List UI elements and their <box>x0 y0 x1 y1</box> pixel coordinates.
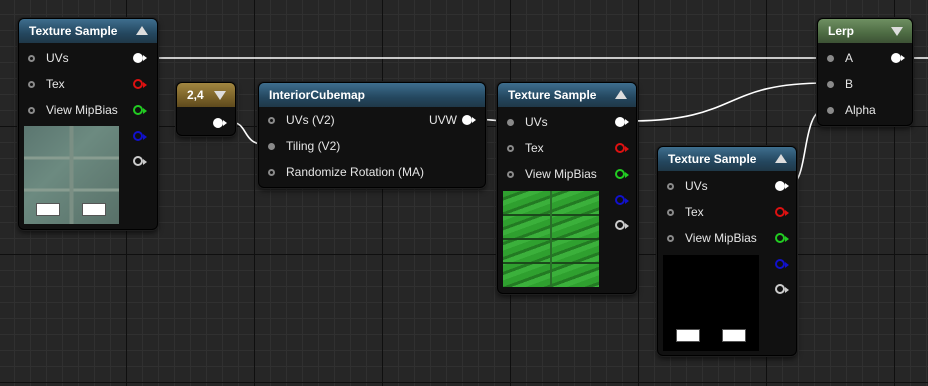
wire-tex2-to-lerp-b <box>629 82 827 122</box>
node-header[interactable]: Texture Sample <box>19 19 157 43</box>
node-header[interactable]: Texture Sample <box>498 83 636 107</box>
lerp-node[interactable]: Lerp A B Alpha <box>817 18 913 126</box>
green-output-pin[interactable] <box>615 169 629 179</box>
alpha-output-pin[interactable] <box>775 284 789 294</box>
pin-label: View MipBias <box>46 103 118 117</box>
pin-label: A <box>845 51 854 65</box>
uvs-output-pin[interactable] <box>133 53 147 63</box>
pin-label: View MipBias <box>525 167 597 181</box>
pin-label: B <box>845 77 854 91</box>
node-header[interactable]: Lerp <box>818 19 912 43</box>
blue-output-pin[interactable] <box>615 195 629 205</box>
collapse-arrow-icon[interactable] <box>214 91 226 100</box>
tex-input-pin[interactable] <box>507 145 514 152</box>
preview-marker <box>36 203 60 216</box>
pin-label: UVs (V2) <box>286 113 335 127</box>
collapse-arrow-icon[interactable] <box>136 26 148 35</box>
pin-label: UVs <box>46 51 69 65</box>
pin-label: Randomize Rotation (MA) <box>286 165 425 179</box>
node-title: InteriorCubemap <box>269 88 366 102</box>
texture-sample-node-2[interactable]: Texture Sample UVs Tex View MipBias <box>497 82 637 294</box>
node-title: Texture Sample <box>29 24 118 38</box>
alpha-input-pin[interactable] <box>827 107 834 114</box>
constant-output-pin[interactable] <box>213 118 227 128</box>
pin-label: Tex <box>525 141 544 155</box>
node-header[interactable]: Texture Sample <box>658 147 796 171</box>
tex-input-pin[interactable] <box>667 209 674 216</box>
node-header[interactable]: 2,4 <box>177 83 235 107</box>
preview-marker <box>676 329 700 342</box>
a-input-pin[interactable] <box>827 55 834 62</box>
b-input-pin[interactable] <box>827 81 834 88</box>
uvs-input-pin[interactable] <box>667 183 674 190</box>
pin-label: Tex <box>46 77 65 91</box>
green-output-pin[interactable] <box>775 233 789 243</box>
node-title: 2,4 <box>187 88 204 102</box>
red-output-pin[interactable] <box>133 79 147 89</box>
pin-label: View MipBias <box>685 231 757 245</box>
texture-sample-node-1[interactable]: Texture Sample UVs Tex View MipBias <box>18 18 158 230</box>
lerp-output-pin[interactable] <box>891 53 905 63</box>
collapse-arrow-icon[interactable] <box>615 90 627 99</box>
node-title: Texture Sample <box>668 152 757 166</box>
uvw-output-pin[interactable] <box>462 115 476 125</box>
uvs-output-pin[interactable] <box>775 181 789 191</box>
green-output-pin[interactable] <box>133 105 147 115</box>
collapse-arrow-icon[interactable] <box>891 27 903 36</box>
uvs-input-pin[interactable] <box>28 55 35 62</box>
randomize-input-pin[interactable] <box>268 169 275 176</box>
constant-node[interactable]: 2,4 <box>176 82 236 136</box>
uvs-input-pin[interactable] <box>507 119 514 126</box>
preview-marker <box>82 203 106 216</box>
pin-label: UVs <box>685 179 708 193</box>
pin-label: Tiling (V2) <box>286 139 341 153</box>
mipbias-input-pin[interactable] <box>507 171 514 178</box>
node-header[interactable]: InteriorCubemap <box>259 83 485 107</box>
uvs-output-pin[interactable] <box>615 117 629 127</box>
texture-preview-thumbnail <box>24 126 119 224</box>
node-title: Lerp <box>828 24 855 38</box>
red-output-pin[interactable] <box>775 207 789 217</box>
blue-output-pin[interactable] <box>133 131 147 141</box>
tiling-input-pin[interactable] <box>268 143 275 150</box>
red-output-pin[interactable] <box>615 143 629 153</box>
blue-output-pin[interactable] <box>775 259 789 269</box>
uvs-input-pin[interactable] <box>268 117 275 124</box>
collapse-arrow-icon[interactable] <box>775 154 787 163</box>
mipbias-input-pin[interactable] <box>667 235 674 242</box>
interior-cubemap-node[interactable]: InteriorCubemap UVs (V2) UVW Tiling (V2)… <box>258 82 486 188</box>
pin-label: UVs <box>525 115 548 129</box>
texture-preview-thumbnail <box>503 191 599 287</box>
texture-preview-thumbnail <box>663 255 759 351</box>
tex-input-pin[interactable] <box>28 81 35 88</box>
alpha-output-pin[interactable] <box>615 220 629 230</box>
node-title: Texture Sample <box>508 88 597 102</box>
pin-label: Alpha <box>845 103 876 117</box>
texture-sample-node-3[interactable]: Texture Sample UVs Tex View MipBias <box>657 146 797 356</box>
pin-label: UVW <box>429 113 457 127</box>
alpha-output-pin[interactable] <box>133 156 147 166</box>
mipbias-input-pin[interactable] <box>28 107 35 114</box>
pin-label: Tex <box>685 205 704 219</box>
preview-marker <box>722 329 746 342</box>
